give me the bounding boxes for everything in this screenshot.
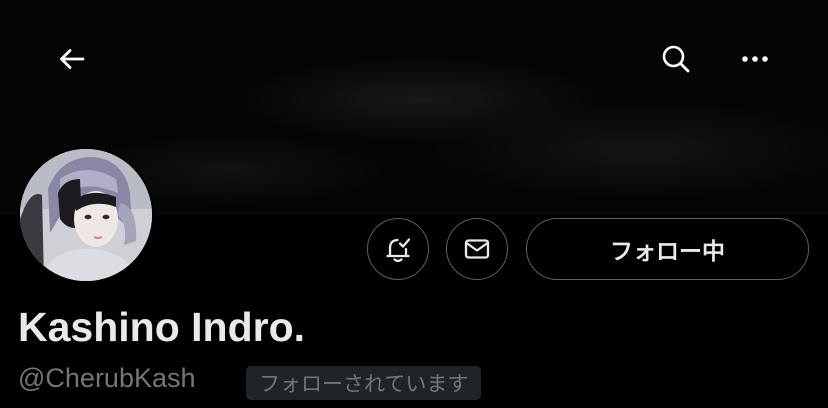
more-horizontal-icon [742,56,768,62]
profile-display-name: Kashino Indro. [18,304,305,350]
profile-photo [20,149,152,281]
more-options-button[interactable] [727,31,783,87]
envelope-icon [464,239,490,259]
profile-handle: @CherubKash [18,363,196,393]
arrow-left-icon [60,49,85,69]
following-button-label: フォロー中 [610,239,725,265]
message-button[interactable] [446,218,508,280]
search-icon [662,45,690,73]
search-button[interactable] [648,31,704,87]
following-button[interactable]: フォロー中 [526,218,809,280]
notifications-button[interactable] [367,218,429,280]
follows-you-badge-label: フォローされています [259,372,469,396]
bell-check-icon [386,238,411,263]
back-button[interactable] [44,31,100,87]
follows-you-badge: フォローされています [246,366,482,400]
profile-avatar[interactable] [18,147,154,283]
